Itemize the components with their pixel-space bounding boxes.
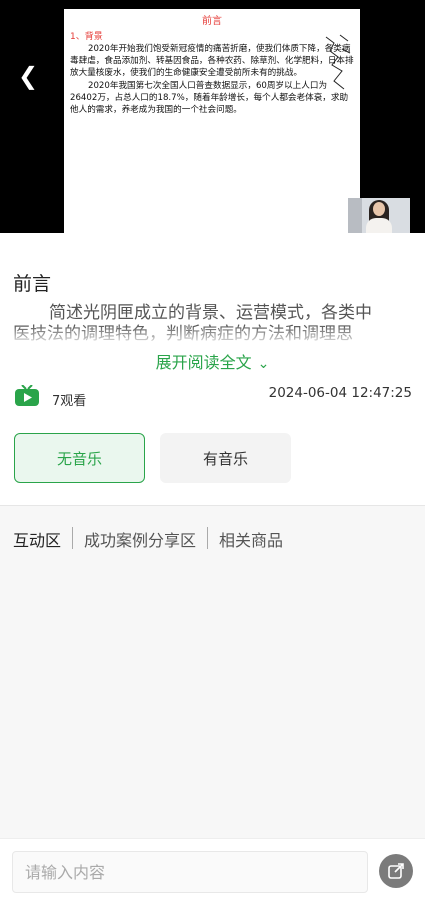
with-music-button[interactable]: 有音乐 bbox=[160, 433, 291, 483]
tv-icon bbox=[15, 385, 39, 406]
annotation-scribble-icon bbox=[325, 34, 351, 90]
description-fade bbox=[0, 325, 425, 347]
tab-interaction[interactable]: 互动区 bbox=[13, 527, 61, 551]
content-card: 前言 简述光阴匣成立的背景、运营模式，各类中医技法的调理特色，判断病症的方法和调… bbox=[0, 233, 425, 505]
presenter-body bbox=[366, 218, 392, 233]
publish-timestamp: 2024-06-04 12:47:25 bbox=[268, 385, 412, 401]
presenter-thumbnail[interactable] bbox=[348, 198, 410, 233]
slide-title: 前言 bbox=[202, 16, 222, 27]
slide-heading: 1、背景 bbox=[70, 32, 103, 42]
back-arrow-icon[interactable]: ❮ bbox=[14, 62, 42, 90]
comment-input[interactable] bbox=[12, 851, 368, 893]
share-button[interactable] bbox=[379, 854, 413, 888]
video-player[interactable]: ❮ 前言 1、背景 2020年开始我们饱受新冠疫情的痛苦折磨，使我们体质下降，各… bbox=[0, 0, 425, 233]
tab-separator bbox=[72, 527, 73, 549]
expand-full-text-link[interactable]: 展开阅读全文 ⌄ bbox=[0, 349, 425, 373]
view-count: 7观看 bbox=[52, 394, 87, 409]
no-music-button[interactable]: 无音乐 bbox=[14, 433, 145, 483]
slide-content: 前言 1、背景 2020年开始我们饱受新冠疫情的痛苦折磨，使我们体质下降，各类病… bbox=[64, 9, 360, 233]
background-shelf bbox=[348, 198, 362, 233]
slide-paragraph-2: 2020年我国第七次全国人口普查数据显示，60周岁以上人口为26402万，占总人… bbox=[70, 81, 349, 115]
page-title: 前言 bbox=[13, 273, 52, 295]
presenter-face bbox=[373, 202, 385, 216]
tab-related-products[interactable]: 相关商品 bbox=[219, 527, 283, 551]
tab-separator bbox=[207, 527, 208, 549]
tab-success-cases[interactable]: 成功案例分享区 bbox=[84, 527, 196, 551]
section-tabs: 互动区 成功案例分享区 相关商品 bbox=[0, 506, 425, 566]
share-icon bbox=[388, 863, 404, 879]
comment-bar bbox=[0, 838, 425, 901]
chevron-down-icon: ⌄ bbox=[257, 356, 270, 372]
expand-label: 展开阅读全文 bbox=[155, 353, 252, 372]
slide-paragraph-1: 2020年开始我们饱受新冠疫情的痛苦折磨，使我们体质下降，各类病毒肆虐，食品添加… bbox=[70, 44, 354, 78]
